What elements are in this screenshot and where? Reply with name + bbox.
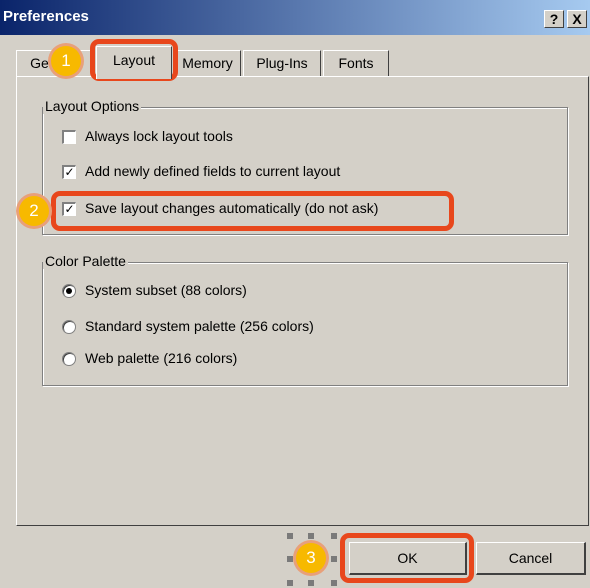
standard-palette-label: Standard system palette (256 colors) — [85, 318, 314, 334]
color-palette-legend: Color Palette — [43, 253, 128, 269]
selection-handle — [287, 580, 293, 586]
selection-handle — [331, 580, 337, 586]
selection-handle — [287, 556, 293, 562]
step-marker-3: 3 — [296, 543, 326, 573]
ok-button[interactable]: OK — [349, 542, 467, 575]
tab-plug-ins[interactable]: Plug-Ins — [243, 50, 321, 77]
selection-handle — [287, 533, 293, 539]
system-subset-label: System subset (88 colors) — [85, 282, 247, 298]
title-bar: Preferences ? X — [0, 0, 590, 35]
lock-layout-tools-label: Always lock layout tools — [85, 128, 233, 144]
selection-handle — [308, 580, 314, 586]
layout-options-legend: Layout Options — [43, 98, 142, 114]
cancel-button[interactable]: Cancel — [476, 542, 586, 575]
selection-handle — [331, 556, 337, 562]
tab-memory[interactable]: Memory — [174, 50, 241, 77]
radio-selected-dot — [66, 288, 72, 294]
step-marker-1: 1 — [51, 46, 81, 76]
lock-layout-tools-checkbox[interactable] — [62, 130, 76, 144]
save-layout-changes-label: Save layout changes automatically (do no… — [85, 200, 379, 216]
save-layout-changes-checkbox[interactable]: ✓ — [62, 202, 76, 216]
web-palette-radio[interactable] — [62, 352, 76, 366]
close-button[interactable]: X — [567, 10, 587, 28]
help-button[interactable]: ? — [544, 10, 564, 28]
window-title: Preferences — [3, 8, 89, 25]
add-fields-label: Add newly defined fields to current layo… — [85, 163, 341, 179]
tab-fonts[interactable]: Fonts — [323, 50, 389, 77]
selection-handle — [331, 533, 337, 539]
system-subset-radio[interactable] — [62, 284, 76, 298]
standard-palette-radio[interactable] — [62, 320, 76, 334]
selection-handle — [308, 533, 314, 539]
tab-layout[interactable]: Layout — [96, 46, 172, 79]
web-palette-label: Web palette (216 colors) — [85, 350, 238, 366]
add-fields-checkbox[interactable]: ✓ — [62, 165, 76, 179]
preferences-dialog: Preferences ? X General Layout Memory Pl… — [0, 0, 590, 588]
step-marker-2: 2 — [19, 196, 49, 226]
